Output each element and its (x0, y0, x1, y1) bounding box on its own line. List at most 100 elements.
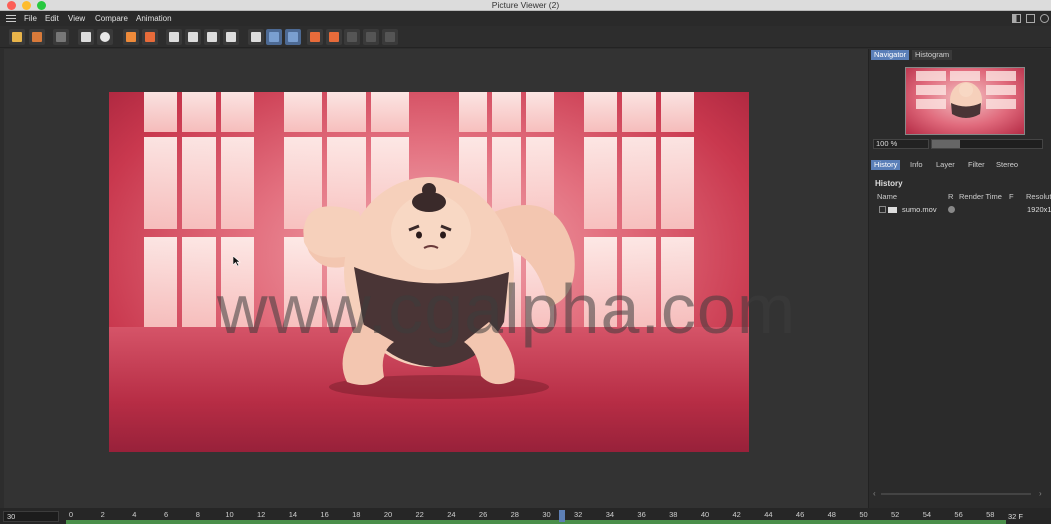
mouse-cursor-icon (233, 256, 241, 266)
ab-icon[interactable] (248, 29, 264, 45)
history-item-name: sumo.mov (902, 205, 937, 214)
horizontal-scrollbar[interactable]: ‹ › (873, 489, 1048, 498)
ab-icon-glyph (251, 32, 261, 42)
scroll-right-icon[interactable]: › (1039, 489, 1042, 498)
move-icon[interactable] (1040, 14, 1049, 23)
col-name[interactable]: Name (877, 192, 897, 201)
render-icon-glyph (56, 32, 66, 42)
zoom-slider[interactable] (931, 139, 1043, 149)
timeline-tick-label: 16 (320, 510, 329, 519)
text-a-icon-glyph (310, 32, 320, 42)
grid-2-icon-glyph (366, 32, 376, 42)
timeline-tick-label: 44 (764, 510, 773, 519)
expand-icon[interactable] (879, 206, 886, 213)
split-h-icon-glyph (269, 32, 279, 42)
window-title: Picture Viewer (2) (491, 0, 560, 10)
timeline-tick-label: 28 (510, 510, 519, 519)
text-b-icon[interactable] (326, 29, 342, 45)
open-icon-glyph (12, 32, 22, 42)
text-a-icon[interactable] (307, 29, 323, 45)
scroll-track[interactable] (881, 493, 1031, 495)
menu-edit[interactable]: Edit (45, 13, 59, 24)
current-frame-field[interactable]: 30 (3, 511, 59, 522)
render-status-icon (948, 206, 955, 213)
zoom-field[interactable]: 100 % (873, 139, 929, 149)
timeline-tick-label: 8 (195, 510, 200, 519)
timeline-ruler[interactable]: 0 2 4 6 8 10 12 14 16 18 20 22 24 26 28 30 32 34 36 38 40 42 4… (66, 508, 1006, 524)
save-icon[interactable] (29, 29, 45, 45)
grid-3-icon[interactable] (382, 29, 398, 45)
timeline-tick-label: 40 (700, 510, 710, 519)
copy-icon[interactable] (123, 29, 139, 45)
timeline: 30 0 2 4 6 8 10 12 14 16 18 20 22 24 26 28 30 32 34 36 38 40… (0, 508, 1051, 524)
history-row[interactable]: sumo.mov 1920x1 (873, 205, 1051, 215)
invert-icon[interactable] (223, 29, 239, 45)
history-header: Name R Render Time F Resolut (873, 192, 1051, 202)
timeline-tick-label: 4 (132, 510, 137, 519)
tab-filter[interactable]: Filter (965, 160, 988, 170)
compare-icon[interactable] (204, 29, 220, 45)
timeline-tick-label: 12 (257, 510, 266, 519)
timeline-tick-label: 42 (732, 510, 741, 519)
layout-toggle-icon[interactable] (1012, 14, 1021, 23)
thumbnail-image (916, 71, 1016, 118)
invert-icon-glyph (226, 32, 236, 42)
timeline-tick-label: 32 (574, 510, 583, 519)
timeline-tick-label: 14 (288, 510, 298, 519)
col-render-time[interactable]: Render Time (959, 192, 1002, 201)
copy-icon-glyph (126, 32, 136, 42)
split-v-icon[interactable] (285, 29, 301, 45)
timeline-tick-label: 2 (100, 510, 105, 519)
zoom-slider-fill (932, 140, 960, 148)
col-f[interactable]: F (1009, 192, 1014, 201)
timeline-tick-label: 30 (542, 510, 551, 519)
grid-2-icon[interactable] (363, 29, 379, 45)
col-r[interactable]: R (948, 192, 953, 201)
timeline-tick-label: 24 (447, 510, 456, 519)
menu-compare[interactable]: Compare (95, 13, 128, 24)
frame-a-icon[interactable] (166, 29, 182, 45)
col-resolution[interactable]: Resolut (1026, 192, 1051, 201)
timeline-tick-label: 0 (68, 510, 74, 519)
playhead[interactable] (559, 510, 566, 522)
frame-a-icon-glyph (169, 32, 179, 42)
tab-histogram[interactable]: Histogram (912, 50, 953, 60)
user-icon[interactable] (97, 29, 113, 45)
title-bar: Picture Viewer (2) (0, 0, 1051, 11)
hamburger-menu-icon[interactable] (6, 15, 16, 22)
timeline-tick-label: 52 (891, 510, 900, 519)
text-b-icon-glyph (329, 32, 339, 42)
menu-file[interactable]: File (24, 13, 37, 24)
navigator-thumbnail[interactable] (905, 67, 1025, 135)
menu-animation[interactable]: Animation (136, 13, 172, 24)
history-item-resolution: 1920x1 (1027, 205, 1051, 214)
crosshair-icon-glyph (81, 32, 91, 42)
end-frame-label: 32 F (1008, 512, 1024, 521)
tab-history[interactable]: History (871, 160, 901, 170)
split-v-icon-glyph (288, 32, 298, 42)
panel-add-icon[interactable] (1026, 14, 1035, 23)
menu-bar: File Edit View Compare Animation (0, 11, 1051, 26)
frame-b-icon[interactable] (185, 29, 201, 45)
folder-icon (888, 207, 897, 213)
render-icon[interactable] (53, 29, 69, 45)
scroll-left-icon[interactable]: ‹ (873, 489, 876, 498)
open-icon[interactable] (9, 29, 25, 45)
tab-info[interactable]: Info (907, 160, 926, 170)
tab-layer[interactable]: Layer (933, 160, 958, 170)
timeline-tick-label: 10 (225, 510, 234, 519)
timeline-tick-label: 18 (352, 510, 361, 519)
layers-icon[interactable] (142, 29, 158, 45)
watermark-text: www.cgalpha.com (217, 270, 797, 348)
timeline-tick-label: 58 (986, 510, 995, 519)
menu-view[interactable]: View (68, 13, 85, 24)
timeline-tick-label: 46 (795, 510, 805, 519)
split-h-icon[interactable] (266, 29, 282, 45)
timeline-tick-label: 20 (383, 510, 393, 519)
grid-1-icon[interactable] (344, 29, 360, 45)
image-viewer[interactable]: www.cgalpha.com (4, 49, 868, 508)
grid-3-icon-glyph (385, 32, 395, 42)
tab-stereo[interactable]: Stereo (993, 160, 1022, 170)
crosshair-icon[interactable] (78, 29, 94, 45)
tab-navigator[interactable]: Navigator (871, 50, 910, 60)
